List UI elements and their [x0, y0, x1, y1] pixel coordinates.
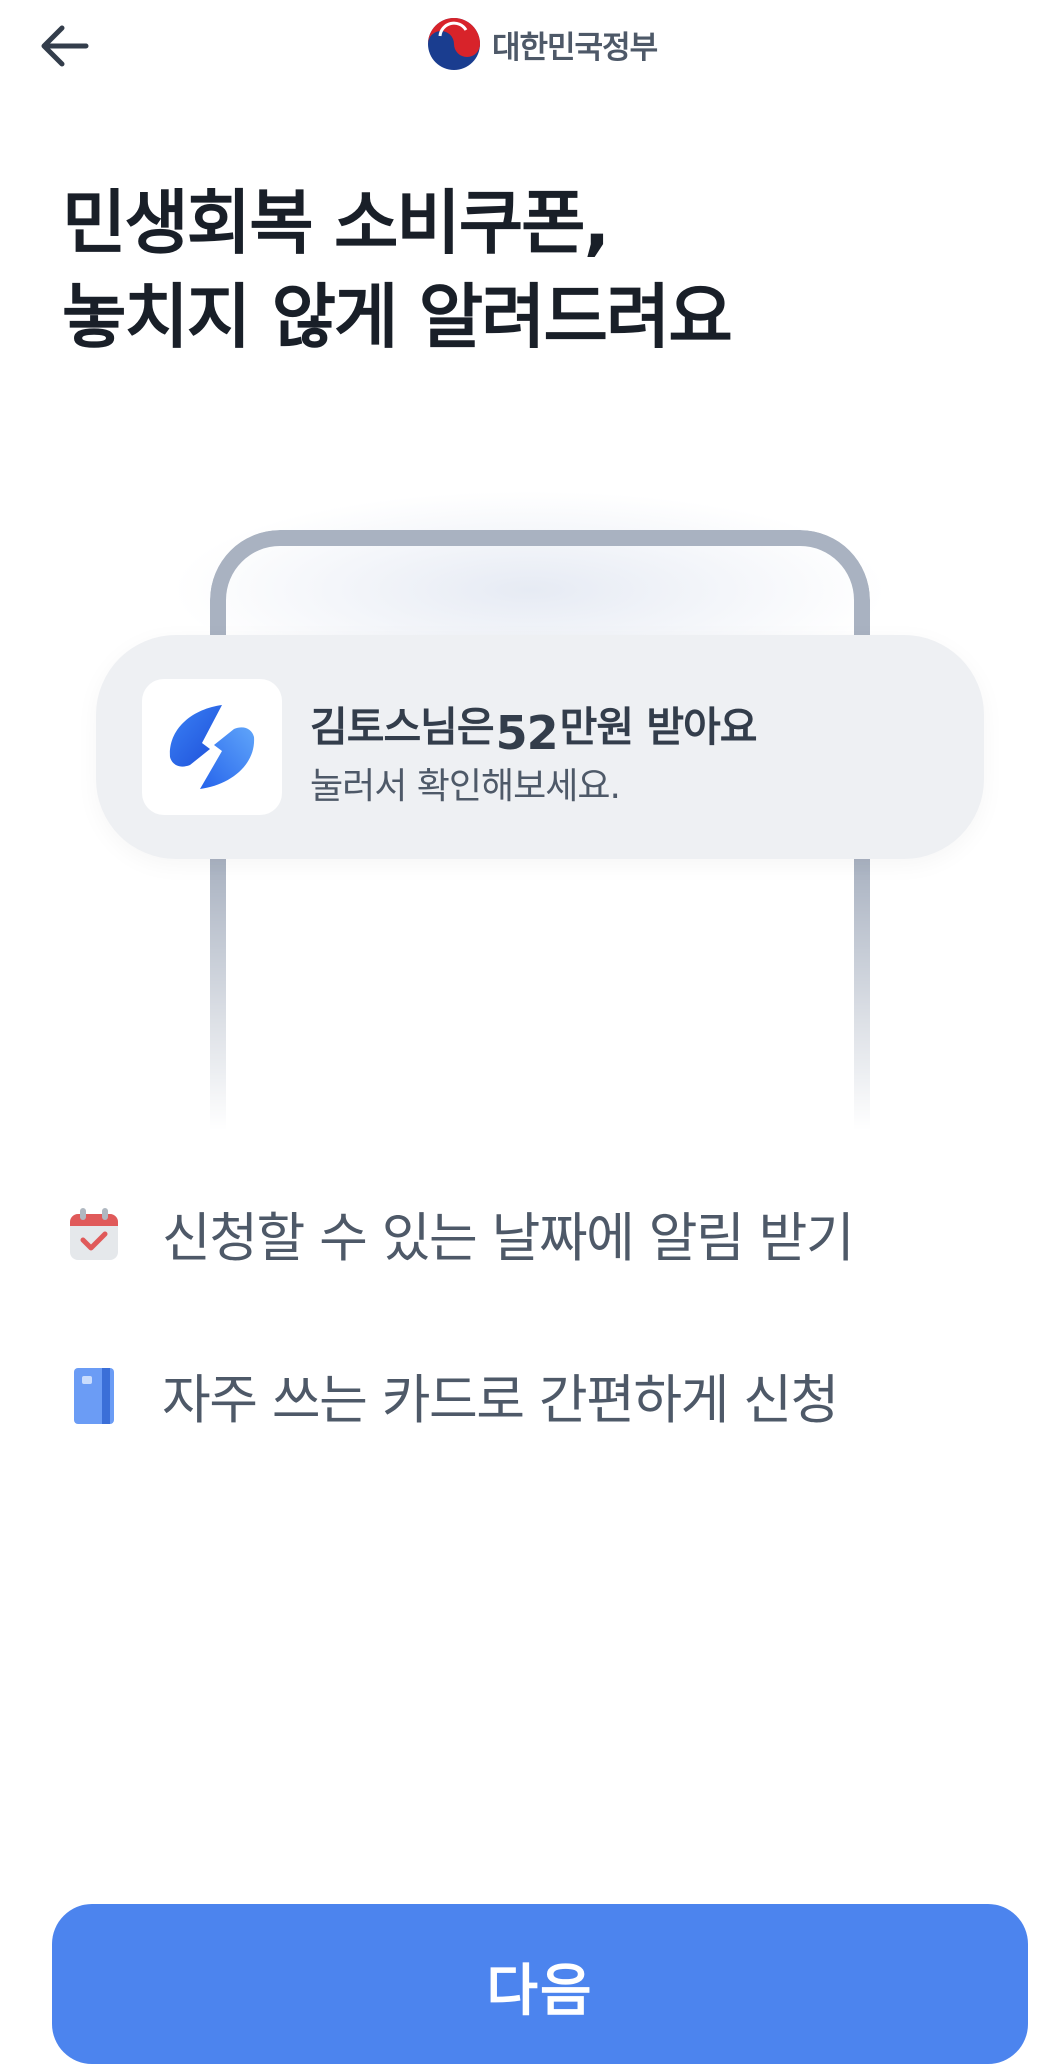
- feature-text-date-alert: 신청할 수 있는 날짜에 알림 받기: [162, 1208, 855, 1269]
- notification-card: 김토스님은52만원 받아요 눌러서 확인해보세요.: [96, 635, 984, 859]
- feature-icon-wrapper: [66, 1366, 122, 1426]
- notification-amount: 52: [495, 706, 559, 760]
- feature-icon-wrapper: [66, 1204, 122, 1264]
- government-logo: 대한민국정부: [426, 16, 658, 72]
- page-headline: 민생회복 소비쿠폰, 놓치지 않게 알려드려요: [62, 176, 1002, 364]
- notification-title-name: 김토스님은: [310, 703, 495, 751]
- notification-title-suffix: 만원 받아요: [559, 703, 758, 751]
- card-icon: [74, 1368, 114, 1424]
- phone-notification-illustration: 김토스님은52만원 받아요 눌러서 확인해보세요.: [0, 480, 1060, 1130]
- headline-line-2: 놓치지 않게 알려드려요: [62, 276, 733, 358]
- feature-item-date-alert: 신청할 수 있는 날짜에 알림 받기: [66, 1196, 855, 1272]
- toss-logo-icon: [169, 705, 255, 789]
- notification-app-icon-box: [142, 679, 282, 815]
- government-name: 대한민국정부: [492, 29, 658, 66]
- notification-title: 김토스님은52만원 받아요: [310, 693, 758, 760]
- headline-line-1: 민생회복 소비쿠폰,: [62, 182, 610, 264]
- back-button[interactable]: [28, 14, 100, 78]
- feature-item-card-apply: 자주 쓰는 카드로 간편하게 신청: [66, 1358, 839, 1434]
- feature-text-card-apply: 자주 쓰는 카드로 간편하게 신청: [162, 1370, 839, 1431]
- notification-subtitle: 눌러서 확인해보세요.: [310, 766, 621, 807]
- calendar-check-icon: [70, 1208, 118, 1260]
- taegeuk-emblem-icon: [428, 18, 480, 70]
- top-bar: 대한민국정부: [0, 0, 1060, 92]
- next-button[interactable]: 다음: [52, 1904, 1028, 2064]
- arrow-left-icon: [41, 25, 89, 67]
- next-button-label: 다음: [486, 1959, 594, 2024]
